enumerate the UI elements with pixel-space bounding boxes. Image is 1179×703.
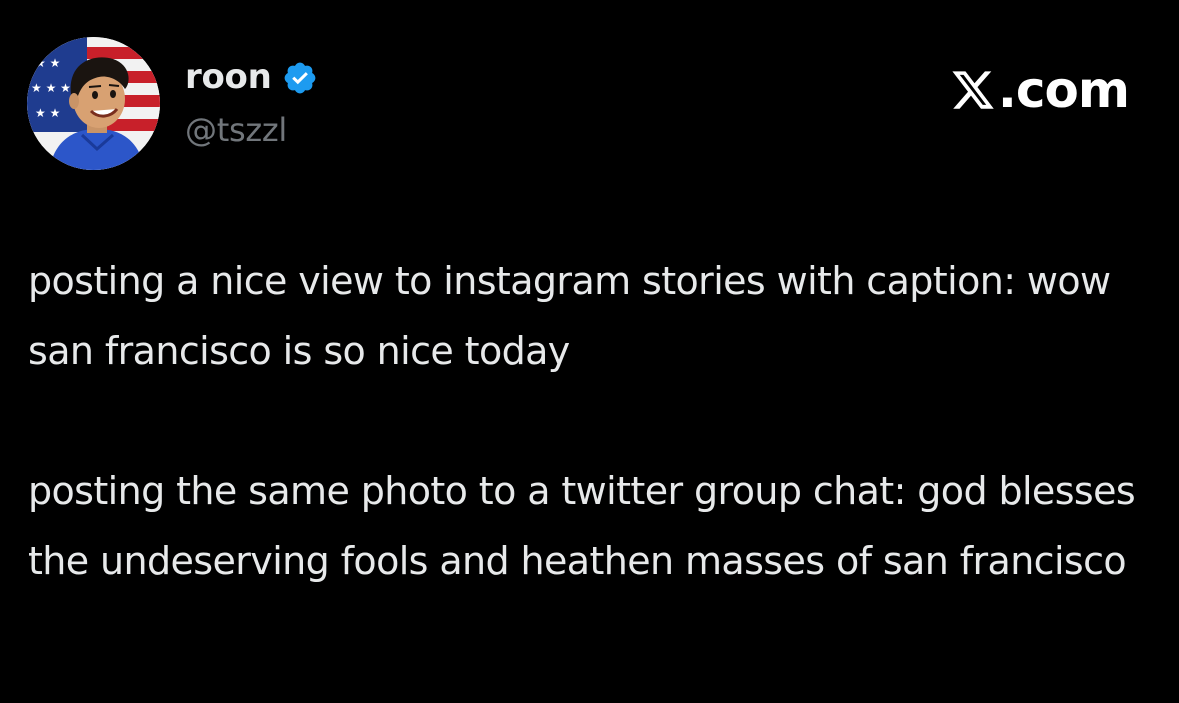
author-name-row: roon [185, 52, 318, 102]
tweet-card: ★ ★ ★ ★ ★ ★ ★ roon @tszzl .com posting a… [0, 0, 1179, 703]
site-label: .com [997, 61, 1130, 119]
avatar[interactable]: ★ ★ ★ ★ ★ ★ ★ [27, 37, 160, 170]
x-logo-icon [950, 67, 996, 113]
tweet-paragraph: posting a nice view to instagram stories… [28, 259, 1111, 373]
cartoon-boy-flag-avatar-icon: ★ ★ ★ ★ ★ ★ ★ [27, 37, 160, 170]
site-logo: .com [950, 58, 1130, 122]
svg-text:★ ★ ★: ★ ★ ★ [31, 81, 71, 95]
svg-text:★ ★: ★ ★ [35, 106, 60, 120]
author-name[interactable]: roon [185, 52, 272, 102]
verified-badge-icon [282, 60, 318, 96]
author-handle[interactable]: @tszzl [185, 108, 287, 152]
tweet-text: posting a nice view to instagram stories… [28, 246, 1148, 596]
svg-text:★ ★: ★ ★ [35, 56, 60, 70]
tweet-paragraph: posting the same photo to a twitter grou… [28, 469, 1136, 583]
